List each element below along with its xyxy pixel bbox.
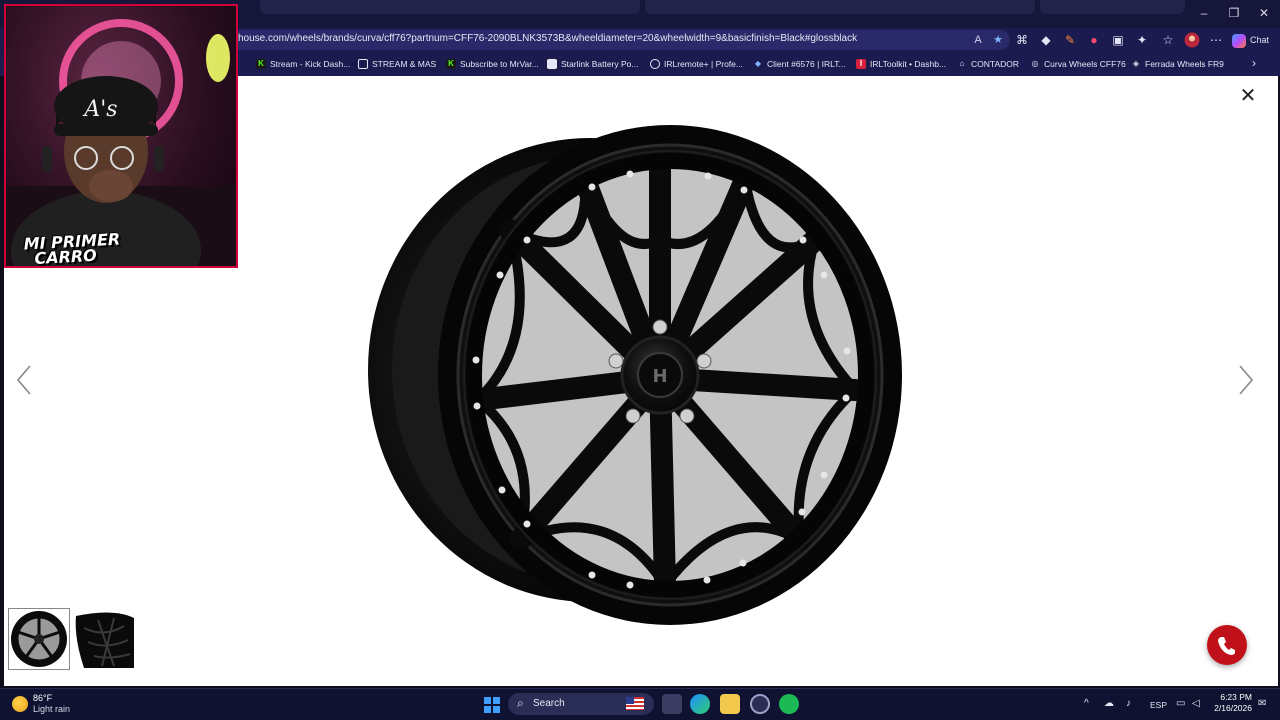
- wheel-closeup-thumbnail-image: [74, 608, 136, 670]
- extension-icon[interactable]: ◆: [1036, 30, 1056, 50]
- phone-icon: [1218, 637, 1235, 655]
- weather-condition: Light rain: [33, 704, 71, 714]
- taskbar-search-box[interactable]: ⌕ Search: [508, 693, 654, 715]
- bookmark-label: Curva Wheels CFF76: [1044, 59, 1126, 69]
- next-image-arrow-icon[interactable]: [1234, 360, 1258, 400]
- client-icon: ◆: [754, 59, 762, 68]
- bookmark-label: Starlink Battery Po...: [561, 59, 639, 69]
- bookmark-label: Client #6576 | IRLT...: [767, 59, 846, 69]
- curva-icon: ◎: [1031, 59, 1039, 68]
- url-text[interactable]: house.com/wheels/brands/curva/cff76?part…: [238, 33, 857, 44]
- extension-icon[interactable]: ●: [1084, 30, 1104, 50]
- bookmarks-more-chevron-icon[interactable]: ›: [1252, 56, 1256, 70]
- copilot-chat-button[interactable]: Chat: [1232, 30, 1276, 50]
- task-view-icon[interactable]: [662, 694, 682, 714]
- language-indicator[interactable]: ESP: [1150, 700, 1167, 710]
- previous-image-arrow-icon[interactable]: [12, 360, 36, 400]
- wheel-thumbnail-image: [11, 611, 67, 667]
- globe-icon: [650, 59, 660, 69]
- url-field[interactable]: house.com/wheels/brands/curva/cff76?part…: [230, 30, 1010, 50]
- favorite-star-icon[interactable]: ★: [990, 32, 1006, 48]
- favorites-icon[interactable]: ☆: [1158, 30, 1178, 50]
- bookmark-label: IRLToolkit • Dashb...: [870, 59, 947, 69]
- extension-icon[interactable]: ✎: [1060, 30, 1080, 50]
- bookmark-item[interactable]: IRLremote+ | Profe...: [650, 57, 743, 71]
- browser-tab[interactable]: [260, 0, 640, 14]
- window-close-icon[interactable]: ✕: [1254, 6, 1274, 20]
- bookmark-label: Stream - Kick Dash...: [270, 59, 351, 69]
- search-icon: ⌕: [517, 696, 524, 710]
- bookmark-label: CONTADOR: [971, 59, 1020, 69]
- more-menu-icon[interactable]: ⋯: [1206, 30, 1226, 50]
- gallery-thumbnail[interactable]: [8, 608, 70, 670]
- bookmark-item[interactable]: ◆ Client #6576 | IRLT...: [753, 57, 846, 71]
- bookmark-label: STREAM & MAS: [372, 59, 437, 69]
- webcam-overlay: A's MI PRIMER CARRO: [4, 4, 238, 268]
- extension-icon[interactable]: ⌘: [1012, 30, 1032, 50]
- webcam-caption: MI PRIMER CARRO: [23, 229, 121, 266]
- bookmark-item[interactable]: STREAM & MAS: [358, 57, 436, 71]
- bookmark-item[interactable]: K Subscribe to MrVar...: [446, 57, 539, 71]
- browser-tab[interactable]: [645, 0, 1035, 14]
- search-label: Search: [533, 698, 565, 709]
- page-icon: [547, 59, 557, 69]
- browser-tab[interactable]: [1040, 0, 1185, 14]
- clock-date: 2/16/2026: [1214, 703, 1252, 713]
- spotify-icon[interactable]: [779, 694, 799, 714]
- copilot-icon: [1232, 33, 1246, 48]
- contador-icon: ⌂: [959, 59, 965, 68]
- kick-icon: K: [256, 59, 266, 69]
- call-button[interactable]: [1207, 625, 1247, 665]
- extensions-puzzle-icon[interactable]: ✦: [1132, 30, 1152, 50]
- bookmark-item[interactable]: I IRLToolkit • Dashb...: [856, 57, 946, 71]
- file-explorer-icon[interactable]: [720, 694, 740, 714]
- ferrada-icon: ◈: [1132, 59, 1140, 68]
- notifications-icon[interactable]: ✉: [1258, 698, 1266, 709]
- windows-start-icon[interactable]: [484, 697, 500, 713]
- close-lightbox-button[interactable]: ✕: [1236, 84, 1260, 108]
- weather-temperature: 86°F: [33, 693, 53, 703]
- cloud-sync-icon[interactable]: ☁: [1104, 698, 1114, 709]
- minimize-icon[interactable]: –: [1194, 6, 1214, 20]
- bookmark-item[interactable]: K Stream - Kick Dash...: [256, 57, 350, 71]
- bookmark-item[interactable]: ◎ Curva Wheels CFF76: [1030, 57, 1126, 71]
- edge-browser-icon[interactable]: [690, 694, 710, 714]
- app-icon[interactable]: [750, 694, 770, 714]
- bookmark-item[interactable]: ⌂ CONTADOR: [957, 57, 1019, 71]
- folder-icon: [358, 59, 368, 69]
- microphone-icon[interactable]: ♪: [1126, 698, 1131, 709]
- streamer-webcam-image: A's: [6, 19, 236, 266]
- network-icon[interactable]: ▭: [1176, 698, 1185, 709]
- svg-text:H: H: [652, 366, 667, 387]
- bookmark-item[interactable]: ◈ Ferrada Wheels FR9: [1131, 57, 1224, 71]
- kick-icon: K: [446, 59, 456, 69]
- bookmark-label: IRLremote+ | Profe...: [664, 59, 743, 69]
- irltoolkit-icon: I: [856, 59, 866, 69]
- profile-avatar-icon[interactable]: [1182, 30, 1202, 50]
- bookmark-item[interactable]: Starlink Battery Po...: [547, 57, 638, 71]
- volume-icon[interactable]: ◁: [1192, 698, 1200, 709]
- show-hidden-icons-chevron-icon[interactable]: ^: [1084, 698, 1089, 709]
- bookmark-label: Ferrada Wheels FR9: [1145, 59, 1224, 69]
- extension-icon[interactable]: ▣: [1108, 30, 1128, 50]
- flag-icon: [626, 697, 644, 710]
- maximize-icon[interactable]: ❐: [1224, 6, 1244, 20]
- bookmark-label: Subscribe to MrVar...: [460, 59, 539, 69]
- weather-icon: [12, 696, 28, 712]
- clock-time: 6:23 PM: [1220, 692, 1252, 702]
- wheel-product-image: H: [368, 125, 902, 625]
- svg-text:A's: A's: [82, 97, 117, 122]
- taskbar-clock[interactable]: 6:23 PM 2/16/2026: [1206, 692, 1252, 714]
- read-aloud-icon[interactable]: A: [970, 32, 986, 48]
- screen: – ❐ ✕ house.com/wheels/brands/curva/cff7…: [0, 0, 1280, 720]
- gallery-thumbnail[interactable]: [74, 608, 136, 670]
- chat-label: Chat: [1250, 35, 1270, 45]
